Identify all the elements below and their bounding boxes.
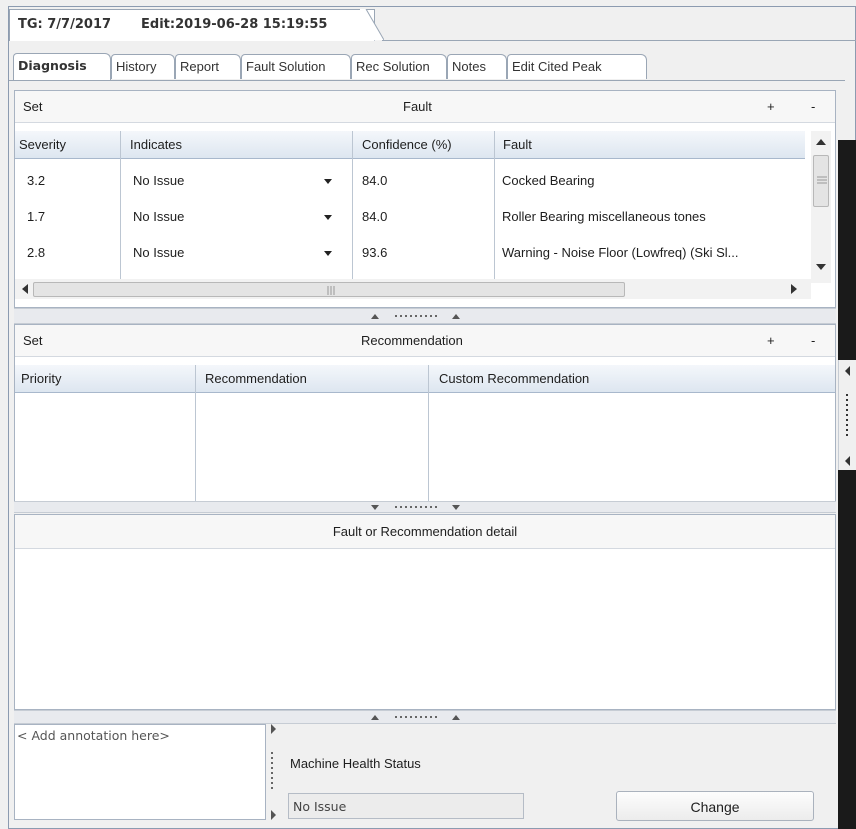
- confidence-cell: 84.0: [362, 209, 388, 224]
- add-recommendation-button[interactable]: +: [767, 333, 775, 348]
- vertical-scrollbar[interactable]: [811, 131, 831, 283]
- indicates-cell[interactable]: No Issue: [133, 209, 184, 224]
- col-recommendation[interactable]: Recommendation: [205, 371, 307, 386]
- annotation-placeholder: < Add annotation here>: [17, 728, 170, 743]
- fault-panel: Set Fault + - Severity Indicates Confide…: [14, 90, 836, 308]
- col-custom-recommendation[interactable]: Custom Recommendation: [439, 371, 589, 386]
- fault-cell: Cocked Bearing: [502, 173, 595, 188]
- grip-icon: [845, 366, 850, 466]
- confidence-cell: 93.6: [362, 245, 388, 260]
- document-tab-baseline: [382, 40, 856, 41]
- grip-icon: [371, 314, 460, 319]
- tab-edit-cited-peak[interactable]: Edit Cited Peak: [507, 54, 647, 79]
- scroll-right-icon[interactable]: [790, 284, 798, 294]
- tab-notes-label: Notes: [452, 59, 486, 74]
- severity-cell: 2.8: [27, 245, 46, 260]
- horizontal-scrollbar[interactable]: [15, 279, 811, 299]
- machine-health-label: Machine Health Status: [290, 756, 421, 771]
- splitter-handle[interactable]: [14, 308, 836, 324]
- severity-cell: 3.2: [27, 173, 46, 188]
- scroll-thumb[interactable]: [33, 282, 625, 297]
- indicates-cell[interactable]: No Issue: [133, 173, 184, 188]
- tabstrip-baseline: [9, 80, 845, 81]
- table-row[interactable]: 1.7 No Issue 84.0 Roller Bearing miscell…: [15, 203, 805, 231]
- tab-edit-cited-peak-label: Edit Cited Peak: [512, 59, 602, 74]
- fault-column-header: Severity Indicates Confidence (%) Fault: [15, 131, 805, 159]
- chevron-down-icon[interactable]: [324, 251, 332, 256]
- chevron-down-icon[interactable]: [324, 215, 332, 220]
- fault-header: Set Fault + -: [15, 91, 835, 123]
- vertical-splitter[interactable]: [266, 724, 282, 820]
- splitter-handle[interactable]: [14, 501, 836, 513]
- splitter-handle[interactable]: [14, 710, 836, 724]
- scroll-up-icon[interactable]: [816, 138, 826, 146]
- recommendation-column-header: Priority Recommendation Custom Recommend…: [15, 365, 835, 393]
- scroll-left-icon[interactable]: [21, 284, 29, 294]
- test-group-date: TG: 7/7/2017: [18, 17, 112, 32]
- col-priority[interactable]: Priority: [21, 371, 61, 386]
- change-status-button[interactable]: Change: [616, 791, 814, 821]
- tab-rec-solution-label: Rec Solution: [356, 59, 430, 74]
- recommendation-header: Set Recommendation + -: [15, 325, 835, 357]
- col-confidence[interactable]: Confidence (%): [362, 137, 452, 152]
- edit-timestamp: Edit:2019-06-28 15:19:55: [141, 17, 328, 32]
- tab-report-label: Report: [180, 59, 220, 74]
- fault-cell: Warning - Noise Floor (Lowfreq) (Ski Sl.…: [502, 245, 739, 260]
- grip-icon: [371, 715, 460, 720]
- tab-diagnosis-label: Diagnosis: [18, 58, 87, 73]
- col-indicates[interactable]: Indicates: [130, 137, 182, 152]
- machine-health-status-field: No Issue: [288, 793, 524, 819]
- detail-title: Fault or Recommendation detail: [332, 524, 518, 539]
- col-fault[interactable]: Fault: [503, 137, 532, 152]
- confidence-cell: 84.0: [362, 173, 388, 188]
- section-tabs: Diagnosis History Report Fault Solution …: [9, 44, 856, 88]
- col-divider: [428, 365, 429, 503]
- col-divider: [195, 365, 196, 503]
- tab-fault-solution[interactable]: Fault Solution: [241, 54, 351, 79]
- indicates-cell[interactable]: No Issue: [133, 245, 184, 260]
- grip-icon: [371, 505, 460, 510]
- fault-set-label: Set: [23, 99, 43, 114]
- detail-header: Fault or Recommendation detail: [15, 515, 835, 549]
- add-fault-button[interactable]: +: [767, 99, 775, 114]
- tab-notes[interactable]: Notes: [447, 54, 507, 79]
- grip-icon: [271, 724, 276, 820]
- machine-health-panel: Machine Health Status No Issue Change: [282, 724, 836, 821]
- tab-history[interactable]: History: [111, 54, 175, 79]
- document-tab-edge: [360, 9, 384, 41]
- scroll-down-icon[interactable]: [816, 263, 826, 271]
- detail-panel: Fault or Recommendation detail: [14, 514, 836, 710]
- col-severity[interactable]: Severity: [19, 137, 66, 152]
- recommendation-title: Recommendation: [361, 333, 463, 348]
- tab-fault-solution-label: Fault Solution: [246, 59, 326, 74]
- document-tab[interactable]: TG: 7/7/2017 Edit:2019-06-28 15:19:55: [9, 9, 375, 41]
- tab-diagnosis[interactable]: Diagnosis: [13, 53, 111, 81]
- tab-rec-solution[interactable]: Rec Solution: [351, 54, 447, 79]
- remove-recommendation-button[interactable]: -: [811, 333, 815, 348]
- side-collapse-handle[interactable]: [838, 360, 856, 470]
- chevron-down-icon[interactable]: [324, 179, 332, 184]
- recommendation-panel: Set Recommendation + - Priority Recommen…: [14, 324, 836, 504]
- right-dock-edge: [838, 140, 856, 829]
- table-row[interactable]: 3.2 No Issue 84.0 Cocked Bearing: [15, 167, 805, 195]
- tab-history-label: History: [116, 59, 157, 74]
- recommendation-set-label: Set: [23, 333, 43, 348]
- tab-report[interactable]: Report: [175, 54, 241, 79]
- remove-fault-button[interactable]: -: [811, 99, 815, 114]
- fault-cell: Roller Bearing miscellaneous tones: [502, 209, 706, 224]
- table-row[interactable]: 2.8 No Issue 93.6 Warning - Noise Floor …: [15, 239, 805, 267]
- severity-cell: 1.7: [27, 209, 46, 224]
- scroll-thumb[interactable]: [813, 155, 829, 207]
- annotation-input[interactable]: < Add annotation here>: [14, 724, 266, 820]
- fault-title: Fault: [403, 99, 432, 114]
